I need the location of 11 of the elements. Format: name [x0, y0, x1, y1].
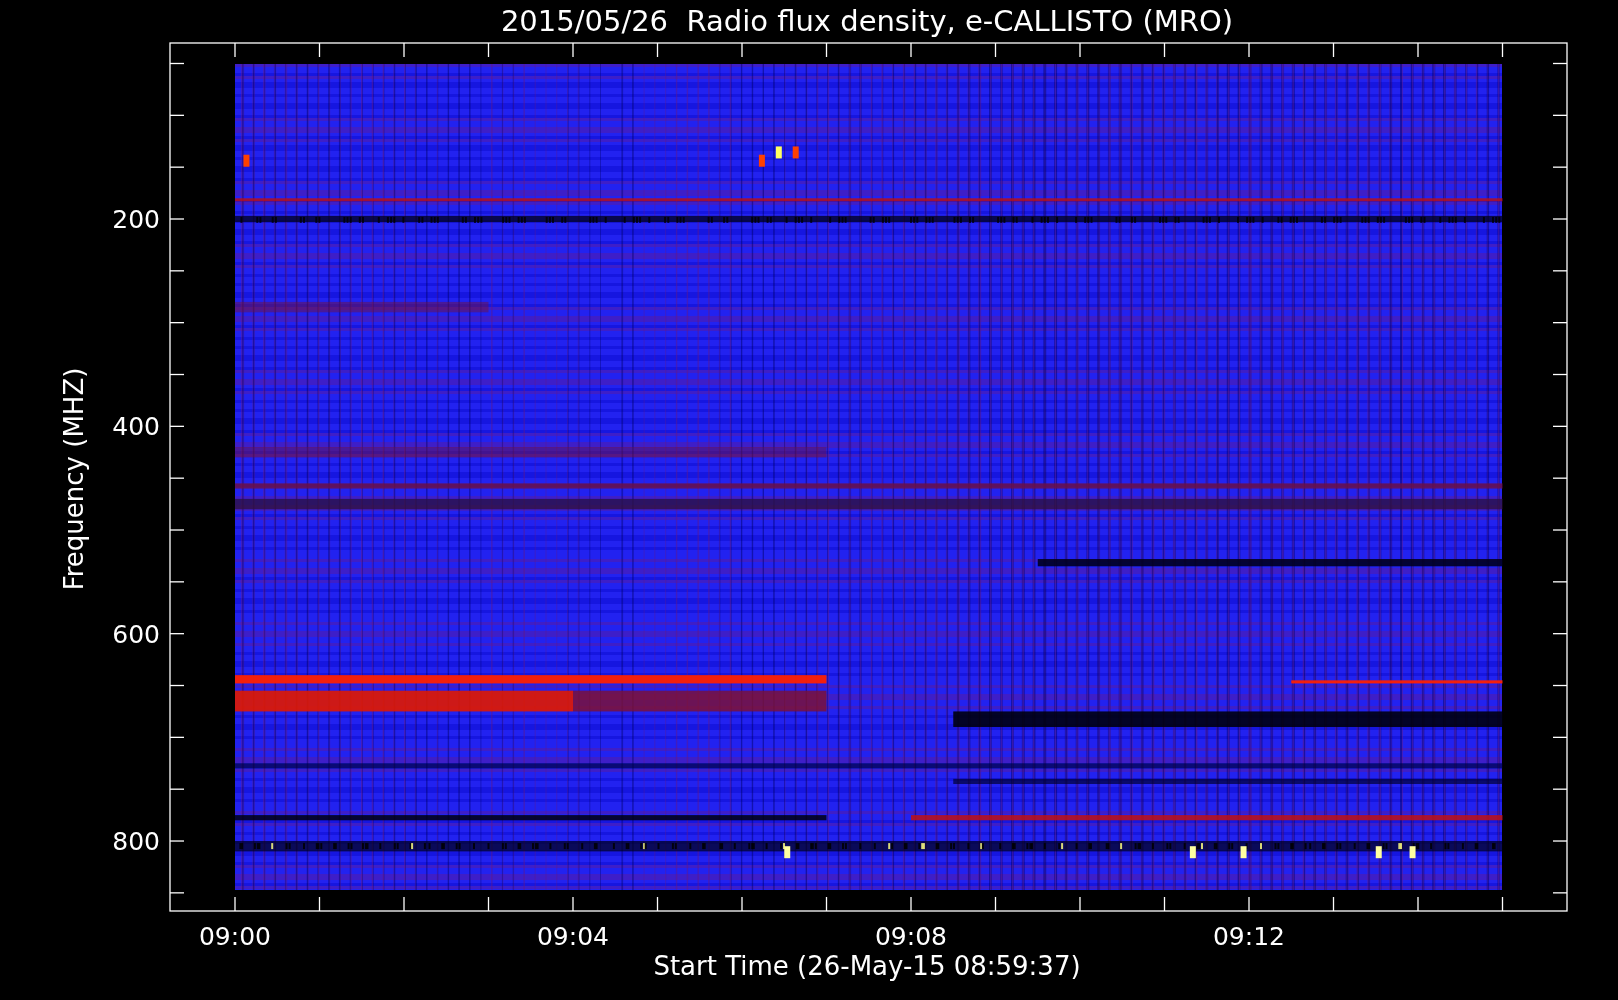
tick-label: 09:08	[875, 922, 947, 951]
chart-title: 2015/05/26 Radio flux density, e-CALLISTO (MRO)	[500, 4, 1234, 38]
tick-label: 600	[112, 619, 160, 649]
tick-label: 09:12	[1213, 922, 1285, 951]
axis-label: Frequency (MHZ)	[59, 367, 89, 591]
axis-label: Start Time (26-May-15 08:59:37)	[653, 951, 1081, 981]
tick-label: 09:00	[199, 922, 271, 951]
tick-label: 09:04	[537, 922, 609, 951]
tick-label: 200	[112, 205, 160, 234]
tick-label: 800	[112, 827, 160, 856]
tick-label: 400	[112, 412, 160, 442]
